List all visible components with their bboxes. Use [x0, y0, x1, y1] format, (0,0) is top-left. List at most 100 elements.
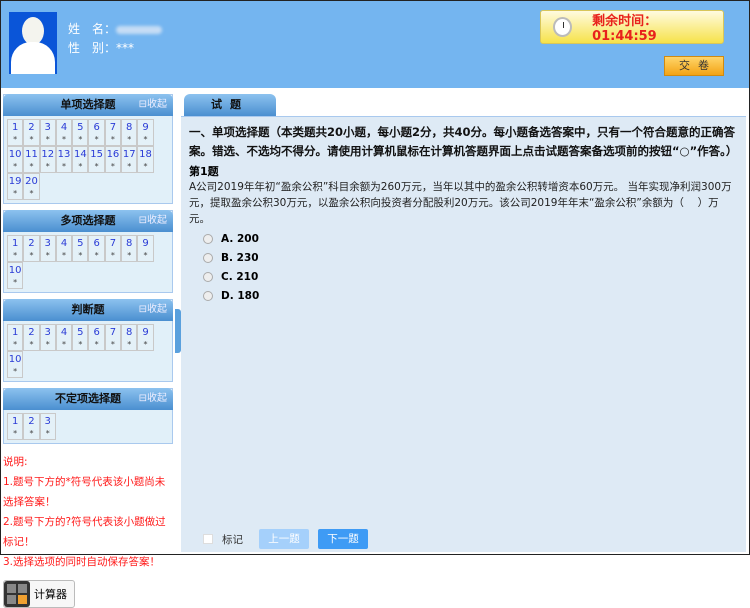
question-cell[interactable]: 16 * [104, 146, 122, 173]
question-cell[interactable]: 12 * [39, 146, 56, 173]
tab-questions[interactable]: 试题 [184, 94, 276, 116]
question-cell[interactable]: 14 * [72, 146, 89, 173]
question-cell[interactable]: 19 * [7, 173, 24, 200]
question-number: 10 [8, 149, 22, 160]
question-cell[interactable]: 3 * [39, 235, 56, 262]
section-title: 单项选择题 [60, 98, 116, 111]
question-cell[interactable]: 1 * [7, 413, 24, 440]
radio-button[interactable] [203, 271, 213, 282]
question-cell[interactable]: 8 * [121, 119, 138, 146]
question-cell[interactable]: 3 * [39, 413, 56, 440]
question-cell[interactable]: 18 * [137, 146, 154, 173]
prev-question-button[interactable]: 上一题 [259, 529, 309, 549]
radio-button[interactable] [203, 290, 213, 301]
question-number: 8 [126, 238, 133, 249]
section-title: 多项选择题 [60, 214, 116, 227]
note-item: 1.题号下方的*符号代表该小题尚未选择答案！ [3, 476, 166, 508]
calculator-button[interactable]: 计算器 [3, 580, 75, 608]
question-cell[interactable]: 5 * [72, 119, 89, 146]
question-cell[interactable]: 4 * [55, 235, 73, 262]
unanswered-mark: * [94, 340, 99, 349]
question-cell[interactable]: 8 * [121, 235, 138, 262]
unanswered-mark: * [94, 135, 99, 144]
name-label: 姓 名： [68, 22, 117, 36]
section-title: 不定项选择题 [55, 392, 121, 405]
question-cell[interactable]: 1 * [7, 119, 24, 146]
question-cell[interactable]: 10 * [7, 146, 24, 173]
option-label: C. 210 [221, 270, 259, 283]
question-cell[interactable]: 9 * [137, 119, 154, 146]
bottom-bar: 标记 上一题 下一题 [203, 529, 368, 549]
question-cell[interactable]: 8 * [121, 324, 138, 351]
question-cell[interactable]: 17 * [121, 146, 138, 173]
unanswered-mark: * [45, 162, 50, 171]
question-cell[interactable]: 3 * [39, 119, 56, 146]
radio-button[interactable] [203, 252, 213, 263]
question-cell[interactable]: 4 * [55, 324, 73, 351]
question-cell[interactable]: 3 * [39, 324, 56, 351]
question-number: 8 [126, 122, 133, 133]
question-cell[interactable]: 9 * [137, 324, 154, 351]
question-cell[interactable]: 11 * [23, 146, 40, 173]
option-c[interactable]: C. 210 [203, 267, 738, 286]
unanswered-mark: * [13, 162, 18, 171]
question-cell[interactable]: 2 * [23, 119, 40, 146]
question-cell[interactable]: 5 * [72, 324, 89, 351]
name-value-blurred [116, 25, 163, 34]
notes: 说明: 1.题号下方的*符号代表该小题尚未选择答案！ 2.题号下方的?符号代表该… [3, 452, 173, 572]
question-number: 7 [109, 327, 117, 338]
question-cell[interactable]: 5 * [72, 235, 89, 262]
question-cell[interactable]: 9 * [137, 235, 154, 262]
question-number: 5 [77, 327, 84, 338]
unanswered-mark: * [143, 162, 148, 171]
question-number: 5 [77, 122, 84, 133]
submit-button[interactable]: 交卷 [664, 56, 724, 76]
option-b[interactable]: B. 230 [203, 248, 738, 267]
question-cell[interactable]: 7 * [104, 324, 122, 351]
question-cell[interactable]: 6 * [88, 235, 105, 262]
question-cell[interactable]: 1 * [7, 235, 24, 262]
mark-checkbox[interactable] [203, 534, 213, 544]
question-number: 18 [139, 149, 152, 160]
question-cell[interactable]: 6 * [88, 324, 105, 351]
unanswered-mark: * [13, 367, 18, 376]
option-a[interactable]: A. 200 [203, 229, 738, 248]
question-number: 1 [11, 416, 19, 427]
question-cell[interactable]: 7 * [104, 119, 122, 146]
question-cell[interactable]: 1 * [7, 324, 24, 351]
collapse-button[interactable]: ⊟收起 [139, 299, 167, 321]
unanswered-mark: * [78, 162, 83, 171]
question-cell[interactable]: 10 * [7, 262, 24, 289]
collapse-button[interactable]: ⊟收起 [139, 388, 167, 410]
question-number: 5 [77, 238, 84, 249]
question-text: A公司2019年年初“盈余公积”科目余额为260万元，当年以其中的盈余公积转增资… [189, 181, 732, 225]
unanswered-mark: * [143, 340, 148, 349]
question-number: 16 [106, 149, 120, 160]
radio-button[interactable] [203, 233, 213, 244]
unanswered-mark: * [62, 135, 67, 144]
unanswered-mark: * [45, 340, 50, 349]
question-cell[interactable]: 6 * [88, 119, 105, 146]
gender-value: *** [116, 41, 135, 55]
unanswered-mark: * [29, 189, 34, 198]
question-number: 第1题 [189, 165, 219, 178]
question-cell[interactable]: 7 * [104, 235, 122, 262]
next-question-button[interactable]: 下一题 [318, 529, 368, 549]
question-cell[interactable]: 13 * [55, 146, 73, 173]
question-cell[interactable]: 2 * [23, 324, 40, 351]
question-cell[interactable]: 2 * [23, 413, 40, 440]
question-cell[interactable]: 2 * [23, 235, 40, 262]
question-cell[interactable]: 4 * [55, 119, 73, 146]
option-d[interactable]: D. 180 [203, 286, 738, 305]
question-cell[interactable]: 10 * [7, 351, 24, 378]
section-3: 判断题 ⊟收起 1 * 2 * 3 * 4 * 5 * 6 * 7 * 8 * 9 * 10 * [3, 299, 173, 382]
timer-label: 剩余时间： [592, 14, 658, 29]
question-cell[interactable]: 20 * [23, 173, 40, 200]
collapse-button[interactable]: ⊟收起 [139, 94, 167, 116]
collapse-button[interactable]: ⊟收起 [139, 210, 167, 232]
gender-label: 性 别： [68, 41, 117, 55]
question-cell[interactable]: 15 * [88, 146, 105, 173]
section-2: 多项选择题 ⊟收起 1 * 2 * 3 * 4 * 5 * 6 * 7 * 8 * 9 * 10 * [3, 210, 173, 293]
unanswered-mark: * [45, 135, 50, 144]
question-number: 7 [109, 238, 117, 249]
